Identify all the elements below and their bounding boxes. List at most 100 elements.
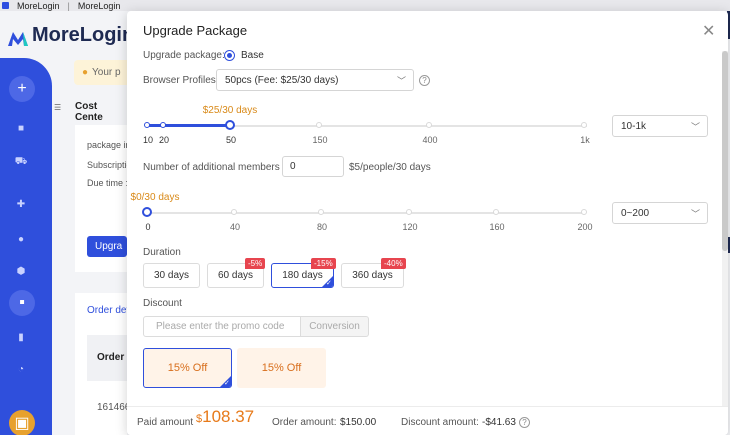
- profiles-slider-handle[interactable]: [225, 120, 235, 130]
- modal-scrollbar[interactable]: [722, 51, 728, 421]
- help-icon[interactable]: ?: [519, 417, 530, 428]
- slider-tick[interactable]: [406, 209, 412, 215]
- duration-option-30[interactable]: 30 days: [143, 263, 200, 288]
- check-icon: ✓: [322, 276, 333, 287]
- slider-tick[interactable]: [493, 209, 499, 215]
- upgrade-button[interactable]: Upgra: [87, 236, 127, 257]
- close-icon[interactable]: ✕: [702, 21, 715, 41]
- discount-amount-value: -$41.63: [482, 417, 516, 428]
- slider-tick[interactable]: [581, 122, 587, 128]
- user-icon[interactable]: ●: [15, 233, 27, 245]
- tick-label: 0: [145, 222, 151, 232]
- discount-badge: -40%: [381, 258, 406, 269]
- collapse-icon[interactable]: ☰: [54, 103, 61, 112]
- tick-label: 80: [316, 222, 328, 232]
- members-slider-track[interactable]: [147, 212, 585, 214]
- chevron-down-icon: ﹀: [690, 122, 700, 132]
- morelogin-logo-icon: [8, 29, 28, 46]
- order-column-header: Order: [97, 352, 125, 363]
- scrollbar-thumb[interactable]: [722, 51, 728, 251]
- extension-icon[interactable]: ✚: [15, 198, 27, 210]
- members-price: $5/people/30 days: [349, 162, 431, 173]
- info-line-due-time: Due time :: [87, 178, 127, 188]
- chevron-down-icon: ﹀: [690, 209, 700, 219]
- add-icon[interactable]: +: [9, 76, 35, 102]
- slider-tick[interactable]: [316, 122, 322, 128]
- help-icon[interactable]: ?: [419, 75, 430, 86]
- browser-tab-strip: MoreLogin | MoreLogin: [0, 0, 730, 11]
- chevron-down-icon: ﹀: [396, 76, 406, 86]
- modal-title: Upgrade Package: [143, 23, 248, 38]
- upgrade-package-modal: Upgrade Package ✕ Upgrade package: Base …: [127, 11, 728, 435]
- duration-option-label: 360 days: [352, 270, 393, 281]
- discount-amount-label: Discount amount:: [401, 417, 479, 428]
- tick-label: 1k: [580, 135, 590, 145]
- slider-tick[interactable]: [426, 122, 432, 128]
- coupon-label: 15% Off: [167, 362, 208, 374]
- discount-badge: -15%: [311, 258, 336, 269]
- paid-amount-label: Paid amount: [137, 417, 194, 428]
- app-sidebar: + ■ ⛟ ✚ ● ⬢ ▪ ▮ ◔ ▣: [0, 58, 52, 435]
- cost-center-icon[interactable]: ▪: [9, 290, 35, 316]
- profiles-label: Browser Profiles: [143, 75, 216, 86]
- order-amount-label: Order amount:: [272, 417, 337, 428]
- cart-icon[interactable]: ⛟: [15, 156, 28, 168]
- clock-icon[interactable]: ◔: [15, 363, 27, 375]
- paid-amount-value: 108.37: [202, 407, 255, 426]
- profiles-select[interactable]: 50pcs (Fee: $25/30 days) ﹀: [216, 69, 414, 91]
- profiles-range-value: 10-1k: [621, 120, 647, 132]
- members-slider-value: $0/30 days: [130, 192, 180, 203]
- tab-separator: |: [67, 0, 70, 11]
- slider-tick[interactable]: [318, 209, 324, 215]
- members-input[interactable]: 0: [282, 156, 344, 177]
- members-range-value: 0~200: [621, 207, 650, 219]
- order-title: Order det: [87, 305, 127, 316]
- discount-badge: -5%: [245, 258, 266, 269]
- profiles-range-select[interactable]: 10-1k ﹀: [612, 115, 708, 137]
- tick-label: 150: [312, 135, 328, 145]
- profiles-select-value: 50pcs (Fee: $25/30 days): [225, 74, 339, 86]
- discount-label: Discount: [143, 298, 182, 309]
- members-slider-handle[interactable]: [142, 207, 152, 217]
- order-id: 161466: [97, 402, 127, 413]
- duration-option-label: 60 days: [217, 270, 254, 281]
- promo-code-input[interactable]: Please enter the promo code: [143, 316, 301, 337]
- duration-label: Duration: [143, 247, 181, 258]
- warning-icon: ●: [82, 67, 89, 78]
- slider-tick[interactable]: [144, 122, 150, 128]
- coupon-card[interactable]: 15% Off ✓: [143, 348, 232, 388]
- tick-label: 50: [225, 135, 237, 145]
- tick-label: 40: [229, 222, 241, 232]
- tab-morelogin-2[interactable]: MoreLogin: [78, 1, 121, 11]
- duration-option-label: 30 days: [153, 270, 190, 281]
- app-brand: MoreLogin: [8, 24, 134, 47]
- members-label: Number of additional members: [143, 162, 280, 173]
- paid-amount: $108.37: [196, 407, 254, 427]
- info-line-package: package in: [87, 140, 127, 150]
- package-label: Upgrade package:: [143, 50, 225, 61]
- tab-morelogin-1[interactable]: MoreLogin: [17, 1, 60, 11]
- section-header: ☰ Cost Cente: [52, 95, 127, 123]
- modal-footer: Paid amount $108.37 Order amount: $150.0…: [127, 406, 728, 435]
- tick-label: 120: [402, 222, 418, 232]
- profiles-icon[interactable]: ■: [15, 122, 27, 134]
- tick-label: 10: [142, 135, 154, 145]
- slider-tick[interactable]: [581, 209, 587, 215]
- document-icon[interactable]: ▮: [15, 331, 27, 343]
- tick-label: 200: [577, 222, 593, 232]
- section-title: Cost Cente: [75, 101, 103, 123]
- coupon-card[interactable]: 15% Off: [237, 348, 326, 388]
- coupon-label: 15% Off: [261, 362, 302, 374]
- conversion-button[interactable]: Conversion: [300, 316, 369, 337]
- duration-option-label: 180 days: [282, 270, 323, 281]
- members-range-select[interactable]: 0~200 ﹀: [612, 202, 708, 224]
- brand-name: MoreLogin: [32, 24, 135, 46]
- profiles-slider-value: $25/30 days: [202, 105, 258, 116]
- box-icon[interactable]: ⬢: [15, 265, 27, 277]
- notice-text: Your p: [92, 67, 121, 78]
- slider-tick[interactable]: [160, 122, 166, 128]
- base-package-radio[interactable]: [224, 50, 235, 61]
- gift-icon[interactable]: ▣: [9, 410, 35, 435]
- slider-tick[interactable]: [231, 209, 237, 215]
- morelogin-tab-icon: [2, 2, 9, 9]
